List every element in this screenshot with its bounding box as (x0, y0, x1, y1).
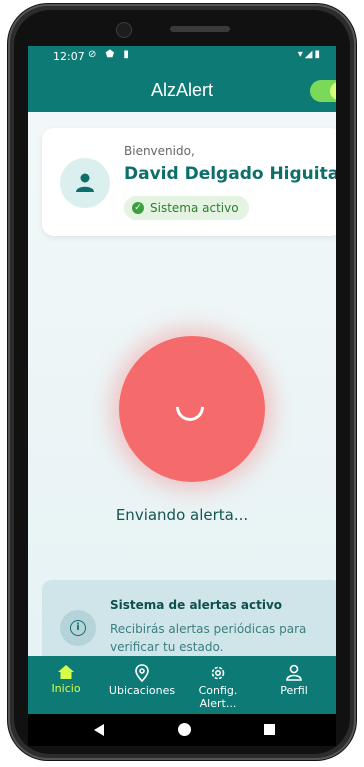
check-circle-icon: ✓ (132, 202, 144, 214)
toggle-knob (330, 82, 336, 100)
nav-item-perfil[interactable]: Perfil (256, 664, 332, 697)
avatar (60, 158, 110, 208)
recent-apps-square-icon[interactable] (264, 724, 275, 735)
nav-label-ubicaciones: Ubicaciones (108, 684, 176, 697)
location-pin-icon (135, 664, 149, 682)
nav-item-ubicaciones[interactable]: Ubicaciones (104, 664, 180, 697)
status-time: 12:07 (53, 50, 85, 63)
app-screen: 12:07 ⊘ ⬟ ▮ ▾◢▮ AlzAlert Bienvenido, Dav… (28, 46, 336, 746)
info-card-title: Sistema de alertas activo (110, 598, 283, 612)
user-card: Bienvenido, David Delgado Higuita ✓ Sist… (42, 128, 336, 236)
nav-item-inicio[interactable]: Inicio (28, 664, 104, 695)
status-bar: 12:07 ⊘ ⬟ ▮ ▾◢▮ (28, 46, 336, 68)
gear-icon (211, 666, 225, 680)
back-triangle-icon[interactable] (94, 724, 104, 736)
main-content: Bienvenido, David Delgado Higuita ✓ Sist… (28, 112, 336, 676)
nav-label-inicio: Inicio (51, 682, 81, 695)
info-card-text: Recibirás alertas periódicas para verifi… (110, 622, 307, 654)
home-circle-icon[interactable] (178, 723, 191, 736)
alert-button[interactable] (119, 336, 265, 482)
nav-label-perfil: Perfil (280, 684, 308, 697)
user-name: David Delgado Higuita (124, 164, 336, 184)
bottom-navigation: Inicio Ubicaciones Config. Alert... Perf… (28, 656, 336, 714)
status-badge: ✓ Sistema activo (124, 196, 249, 220)
info-icon-container: i (60, 610, 96, 646)
alert-toggle-switch[interactable] (310, 80, 336, 102)
status-badge-label: Sistema activo (150, 201, 239, 215)
nav-item-config-alertas[interactable]: Config. Alert... (180, 664, 256, 710)
nav-label-config-alertas: Config. Alert... (198, 684, 238, 710)
front-camera (116, 22, 132, 38)
alert-status-text: Enviando alerta... (115, 506, 249, 524)
home-icon (58, 665, 74, 679)
status-notification-icons: ⊘ ⬟ ▮ (88, 49, 132, 60)
person-icon (286, 664, 302, 681)
status-system-icons: ▾◢▮ (297, 49, 322, 60)
person-icon (76, 173, 94, 192)
earpiece (170, 26, 230, 32)
loading-spinner-icon (170, 387, 210, 427)
system-navigation-bar (28, 714, 336, 746)
welcome-label: Bienvenido, (124, 144, 195, 158)
app-bar: AlzAlert (28, 68, 336, 112)
info-icon: i (70, 620, 86, 636)
app-title: AlzAlert (150, 80, 213, 100)
